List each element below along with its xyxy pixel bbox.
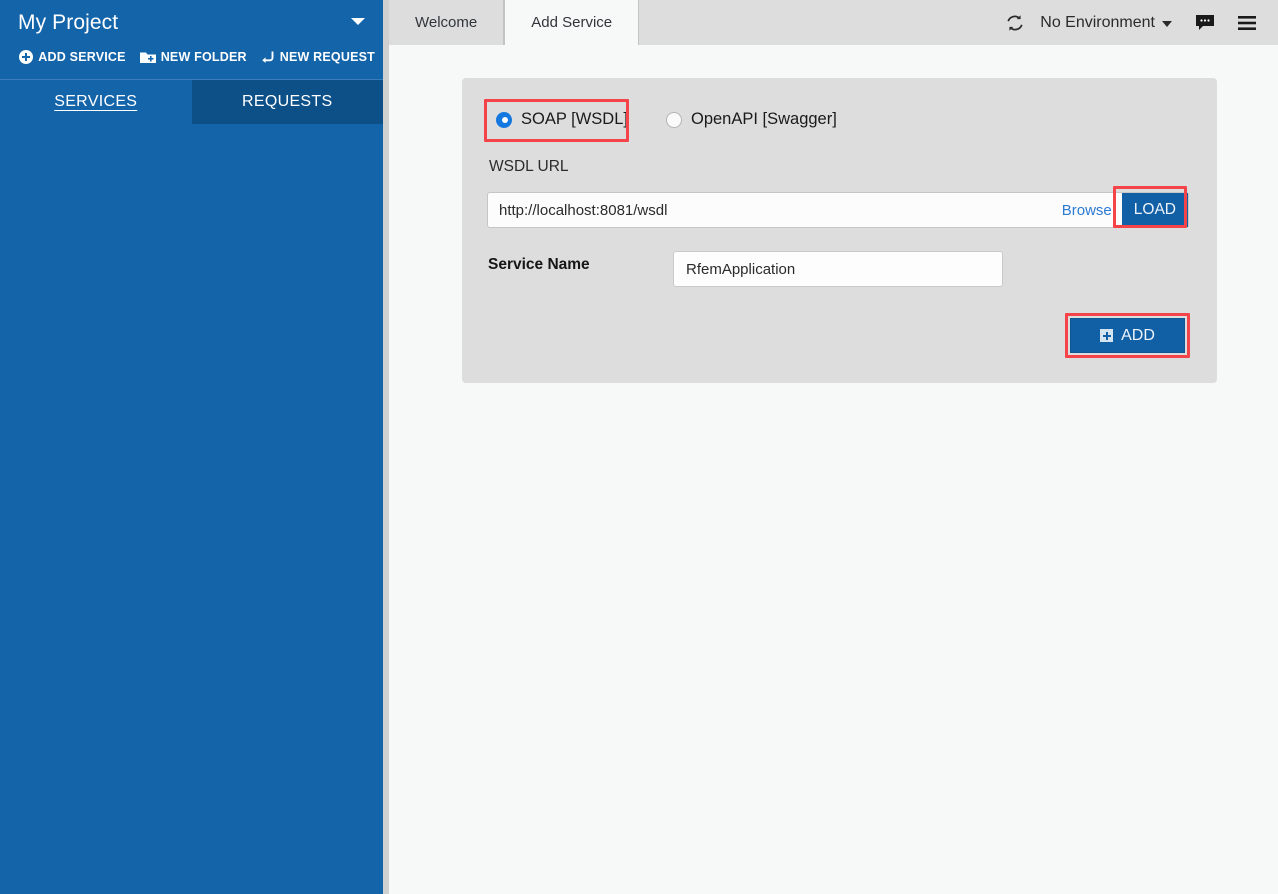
service-type-radio-group: SOAP [WSDL] OpenAPI [Swagger]	[490, 106, 843, 133]
new-request-label: NEW REQUEST	[280, 50, 375, 64]
sidebar-tab-requests-label: REQUESTS	[242, 93, 332, 111]
plus-circle-icon	[19, 50, 33, 64]
radio-soap-wsdl[interactable]: SOAP [WSDL]	[490, 106, 634, 133]
environment-label: No Environment	[1040, 14, 1155, 32]
top-toolbar: Welcome Add Service No Envir	[389, 0, 1278, 45]
add-service-label: ADD SERVICE	[38, 50, 125, 64]
wsdl-url-input[interactable]	[488, 193, 1052, 227]
radio-openapi-swagger-label: OpenAPI [Swagger]	[691, 110, 837, 129]
load-button[interactable]: LOAD	[1122, 193, 1188, 227]
tab-welcome-label: Welcome	[415, 14, 477, 31]
plus-square-icon	[1100, 329, 1113, 342]
project-header[interactable]: My Project	[0, 0, 383, 44]
wsdl-url-label: WSDL URL	[489, 158, 569, 176]
service-name-label: Service Name	[488, 256, 590, 274]
application-window: My Project ADD SERVICE	[0, 0, 1278, 894]
sidebar-tabs: SERVICES REQUESTS	[0, 79, 383, 124]
add-service-form-panel: SOAP [WSDL] OpenAPI [Swagger] WSDL URL B…	[462, 78, 1217, 383]
content-area: SOAP [WSDL] OpenAPI [Swagger] WSDL URL B…	[389, 45, 1278, 894]
hamburger-menu-icon[interactable]	[1226, 0, 1268, 45]
toolbar-spacer	[639, 0, 994, 45]
environment-selector[interactable]: No Environment	[1036, 14, 1184, 32]
sidebar-tree-panel[interactable]	[0, 124, 383, 894]
editor-tabs: Welcome Add Service	[389, 0, 639, 45]
wsdl-url-field-group: Browse LOAD	[487, 192, 1189, 228]
new-folder-label: NEW FOLDER	[161, 50, 247, 64]
chevron-down-icon[interactable]	[351, 18, 365, 25]
folder-plus-icon	[140, 51, 156, 64]
new-request-button[interactable]: NEW REQUEST	[261, 50, 375, 64]
main-area: Welcome Add Service No Envir	[389, 0, 1278, 894]
tab-welcome[interactable]: Welcome	[389, 0, 504, 45]
radio-soap-wsdl-label: SOAP [WSDL]	[521, 110, 628, 129]
tab-add-service[interactable]: Add Service	[504, 0, 639, 45]
sidebar-tab-requests[interactable]: REQUESTS	[192, 80, 384, 124]
reply-arrow-icon	[261, 50, 275, 64]
radio-indicator	[496, 112, 512, 128]
refresh-icon[interactable]	[994, 0, 1036, 45]
chevron-down-icon	[1162, 21, 1172, 27]
add-service-button[interactable]: ADD SERVICE	[19, 50, 125, 64]
browse-link[interactable]: Browse	[1052, 202, 1122, 219]
sidebar: My Project ADD SERVICE	[0, 0, 383, 894]
comment-icon[interactable]	[1184, 0, 1226, 45]
service-name-input[interactable]	[673, 251, 1003, 287]
add-button[interactable]: ADD	[1070, 318, 1185, 353]
project-actions-toolbar: ADD SERVICE NEW FOLDER	[0, 44, 383, 70]
sidebar-tab-services[interactable]: SERVICES	[0, 80, 192, 124]
add-button-label: ADD	[1121, 327, 1155, 345]
toolbar-right-group: No Environment	[994, 0, 1278, 45]
project-title: My Project	[18, 12, 118, 33]
tab-add-service-label: Add Service	[531, 14, 612, 31]
radio-indicator	[666, 112, 682, 128]
new-folder-button[interactable]: NEW FOLDER	[140, 50, 247, 64]
radio-openapi-swagger[interactable]: OpenAPI [Swagger]	[660, 106, 843, 133]
sidebar-tab-services-label: SERVICES	[54, 93, 137, 111]
